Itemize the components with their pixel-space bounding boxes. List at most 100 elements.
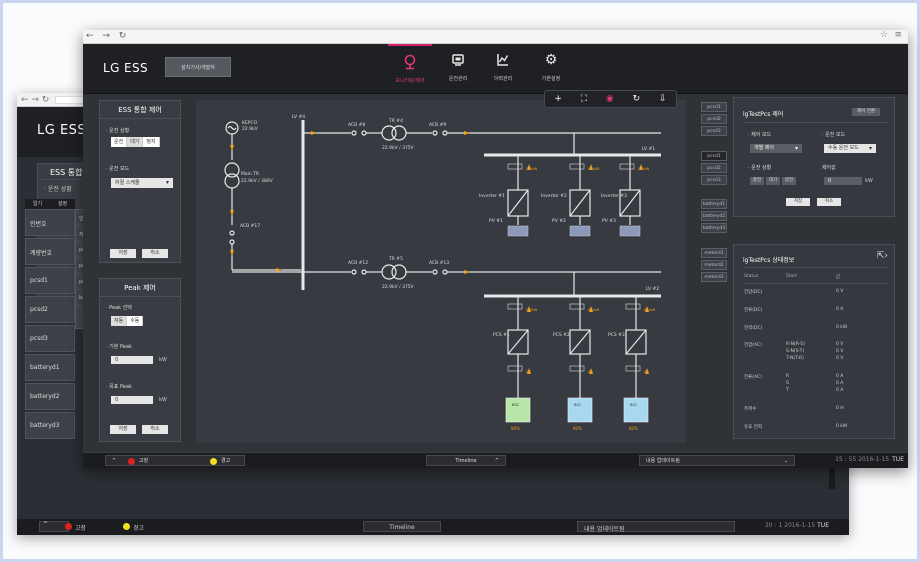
control-value-unit: kW [865, 178, 873, 184]
device-item-pcsd2[interactable]: pcsd2 [701, 114, 727, 124]
row-value: 0 kW [836, 424, 848, 429]
cancel-button[interactable]: 취소 [142, 425, 168, 434]
list-item[interactable]: batteryd1 [25, 354, 75, 381]
row-key: 유효 전력 [744, 425, 762, 430]
device-item-pcsd1[interactable]: pcsd1 [701, 102, 727, 112]
main-transformer-coil [224, 173, 240, 189]
breaker-symbol [442, 269, 448, 275]
zoom-in-icon[interactable]: + [554, 94, 562, 104]
battery-3[interactable] [623, 397, 649, 423]
pcs-control-title: lgTestPcs 제어 [743, 111, 784, 118]
standby-button[interactable]: 대기 [766, 177, 780, 185]
battery-2-soc: 90% [573, 426, 582, 431]
run-state-option[interactable]: 운전 [111, 137, 128, 147]
meter-box[interactable] [625, 365, 641, 372]
transformer-coil [391, 125, 407, 141]
bg-tab-log[interactable]: 일기 [25, 199, 50, 209]
device-item-batteryd2[interactable]: batteryd2 [701, 211, 727, 221]
tab-monitoring[interactable]: 모니터링/제어 [388, 44, 432, 94]
meter-box[interactable] [569, 303, 585, 310]
device-item-pcsd3[interactable]: pcsd3 [701, 126, 727, 136]
operator-button[interactable]: 설치기사/개발자 [165, 57, 231, 77]
run-state-option[interactable]: 대기 [127, 137, 144, 147]
run-state-option[interactable]: 정지 [143, 137, 160, 147]
target-peak-label: · 목표 Peak [106, 384, 132, 390]
device-item-meterd2[interactable]: meterd2 [701, 260, 727, 270]
meter-box[interactable] [507, 303, 523, 310]
list-item[interactable]: 계량번호 [25, 238, 75, 265]
list-item[interactable]: batteryd2 [25, 383, 75, 410]
device-item-pcsd2[interactable]: pcsd2 [701, 163, 727, 173]
chevron-up-icon[interactable]: ^ [112, 456, 116, 466]
area-select[interactable]: 내용 업데이트됨 ⌄ [639, 455, 795, 466]
flow-arrow-icon [230, 210, 234, 216]
acb-main-label: ACB #17 [240, 223, 260, 229]
peak-select-option[interactable]: 자동 [111, 316, 128, 326]
breaker-symbol [351, 130, 357, 136]
discharge-button[interactable]: 방전 [782, 177, 796, 185]
list-item[interactable]: pcsd2 [25, 296, 75, 323]
bookmark-star-icon[interactable]: ☆ [880, 30, 888, 40]
cancel-button[interactable]: 취소 [142, 249, 168, 258]
device-item-meterd3[interactable]: meterd3 [701, 272, 727, 282]
list-item[interactable]: 인번호 [25, 209, 75, 236]
breaker-symbol [361, 130, 367, 136]
save-button[interactable]: 저장 [110, 425, 136, 434]
inverter-3-label: Inverter #3 [601, 193, 627, 199]
peak-select-option[interactable]: 수동 [127, 316, 144, 326]
save-button[interactable]: 저장 [110, 249, 136, 258]
breaker-symbol [229, 239, 235, 245]
pcs-status-panel: lgTestPcs 상태정보 ⇱› Status Start 값 전압(DC) 0… [733, 244, 895, 439]
device-item-meterd1[interactable]: meterd1 [701, 248, 727, 258]
browser-nav-icons[interactable]: ← → ↻ [86, 31, 129, 41]
tab-settings[interactable]: ⚙ 기본설정 [529, 44, 573, 94]
tab-history[interactable]: 이력관리 [481, 44, 525, 94]
refresh-icon[interactable]: ↻ [633, 94, 641, 104]
meter-box[interactable] [507, 365, 523, 372]
device-item-pcsd1-selected[interactable]: pcsd1 [701, 151, 727, 161]
cancel-button[interactable]: 취소 [817, 198, 841, 206]
battery-2[interactable] [567, 397, 593, 423]
row-key: 전압(DC) [744, 290, 763, 295]
browser-menu-icon[interactable]: ≡ [894, 30, 902, 40]
row-key: 전압(AC) [744, 343, 762, 348]
base-peak-input[interactable]: 0 [111, 356, 153, 364]
export-chevron-icon[interactable]: ⇱› [877, 251, 888, 261]
alarm-summary[interactable]: ^ 고장 경고 [105, 455, 245, 466]
chevron-up-icon[interactable]: ^ [43, 521, 48, 528]
inverter-1-label: Inverter #1 [479, 193, 505, 199]
battery-1[interactable] [505, 397, 531, 423]
meter-box[interactable] [625, 303, 641, 310]
bg-timeline-button[interactable]: Timeline [363, 521, 441, 532]
control-mode-select[interactable]: 개별 제어 [750, 144, 802, 153]
list-item[interactable]: batteryd3 [25, 412, 75, 439]
fit-screen-icon[interactable]: ⛶ [581, 94, 587, 104]
bg-area-select[interactable]: 내용 업데이트됨 [577, 521, 735, 533]
list-item[interactable]: pcsd1 [25, 267, 75, 294]
list-item[interactable]: pcsd3 [25, 325, 75, 352]
control-switch-button[interactable]: 제어 전환 [852, 108, 880, 116]
bg-tabs: 일기 설정 [25, 199, 75, 209]
bg-nav-icons[interactable]: ← → ↻ [21, 95, 49, 105]
device-item-batteryd3[interactable]: batteryd3 [701, 223, 727, 233]
device-item-batteryd1[interactable]: batteryd1 [701, 199, 727, 209]
target-peak-input[interactable]: 0 [111, 396, 153, 404]
control-value-input[interactable]: 0 [824, 177, 862, 185]
meter-box[interactable] [569, 163, 585, 170]
run-state-buttons: 충전 대기 방전 [750, 177, 796, 185]
charge-button[interactable]: 충전 [750, 177, 764, 185]
meter-box[interactable] [569, 365, 585, 372]
bg-tab-settings[interactable]: 설정 [50, 199, 75, 209]
export-icon[interactable]: ⇩ [659, 94, 667, 104]
device-item-pcsd3[interactable]: pcsd3 [701, 175, 727, 185]
save-button[interactable]: 저장 [786, 198, 810, 206]
run-mode-select[interactable]: 하절 스케줄 [111, 178, 173, 188]
timeline-button[interactable]: Timeline ^ [426, 455, 506, 466]
run-mode-select[interactable]: 수동 운전 모드 [824, 144, 876, 153]
flow-arrow-icon [311, 131, 317, 135]
breaker-symbol [351, 269, 357, 275]
meter-box[interactable] [507, 163, 523, 170]
tab-operation[interactable]: 운전관리 [436, 44, 480, 94]
meter-box[interactable] [619, 163, 635, 170]
alarm-icon[interactable]: ◉ [606, 94, 614, 104]
